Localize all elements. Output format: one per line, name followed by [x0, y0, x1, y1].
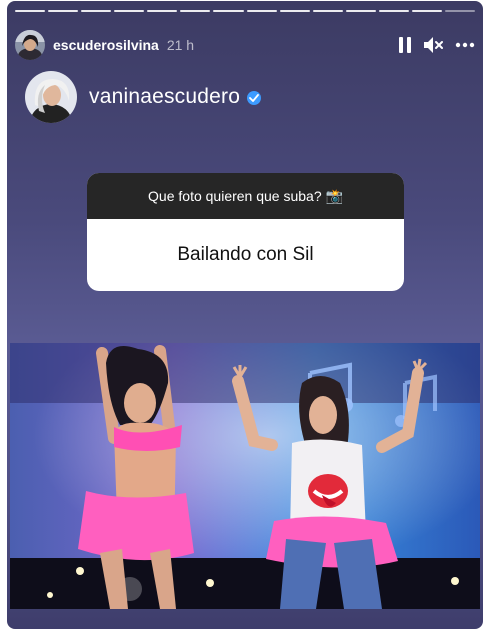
question-sticker[interactable]: Que foto quieren que suba? 📸 Bailando co… — [87, 173, 404, 291]
mention-username[interactable]: vaninaescudero — [89, 85, 240, 109]
story-viewer[interactable]: escuderosilvina 21 h vaninaescudero Que … — [7, 1, 483, 629]
progress-segment — [378, 10, 409, 12]
story-photo — [10, 343, 480, 609]
progress-segment — [411, 10, 443, 12]
story-controls — [399, 36, 475, 54]
progress-segment — [246, 10, 277, 12]
story-timestamp: 21 h — [166, 37, 195, 53]
progress-segment — [213, 10, 244, 12]
progress-segment — [345, 10, 376, 12]
mention-avatar[interactable] — [25, 71, 77, 123]
progress-segment — [15, 10, 46, 12]
question-text: Que foto quieren que suba? 📸 — [87, 173, 404, 219]
more-icon[interactable] — [455, 42, 475, 48]
story-header: escuderosilvina 21 h — [15, 27, 475, 63]
pause-icon[interactable] — [399, 37, 411, 53]
progress-segment — [279, 10, 310, 12]
progress-segment — [114, 10, 145, 12]
verified-icon — [247, 91, 262, 105]
question-answer: Bailando con Sil — [177, 244, 314, 265]
progress-segment — [147, 10, 178, 12]
progress-segment — [180, 10, 211, 12]
mute-icon[interactable] — [423, 36, 443, 54]
progress-segment — [81, 10, 112, 12]
progress-segment — [48, 10, 79, 12]
mention-sticker[interactable]: vaninaescudero — [25, 71, 262, 123]
story-username[interactable]: escuderosilvina — [53, 37, 159, 53]
progress-segment — [445, 10, 476, 12]
story-progress-bar — [15, 10, 476, 12]
progress-segment — [312, 10, 343, 12]
avatar[interactable] — [15, 30, 45, 60]
